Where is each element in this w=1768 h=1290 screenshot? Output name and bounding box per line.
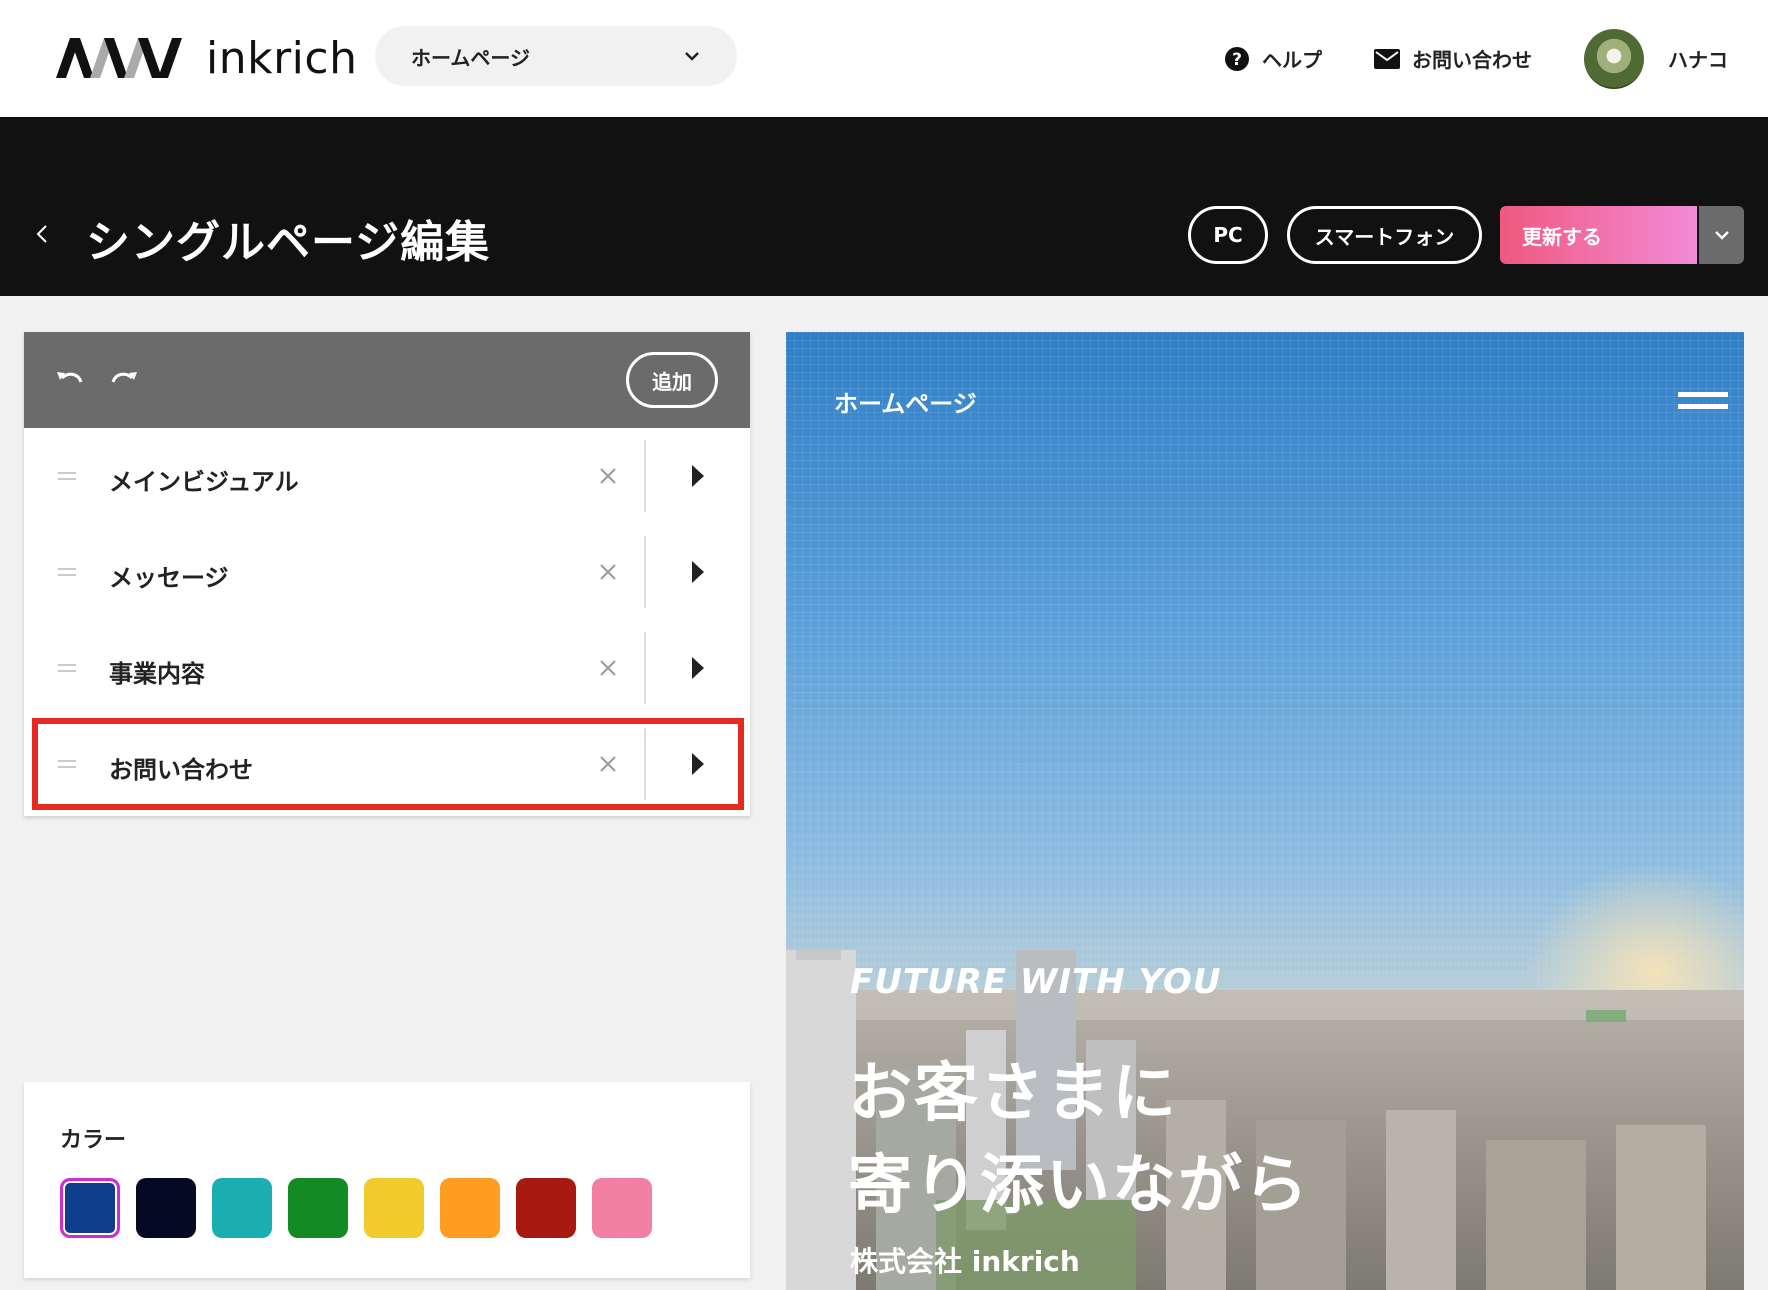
preview-site-title: ホームページ [834,390,977,418]
row-divider [644,440,646,512]
page-select-dropdown[interactable]: ホームページ [375,26,737,86]
top-header: inkrich ホームページ ? ヘルプ お問い合わせ ハナコ [0,0,1768,117]
add-section-button[interactable]: 追加 [626,352,718,408]
help-link[interactable]: ? ヘルプ [1224,44,1322,73]
avatar [1584,28,1644,89]
page-preview: ホームページ FUTURE WITH YOU お客さまに 寄り添いながら 株式会… [786,332,1744,1290]
sections-panel: 追加 メインビジュアル メッセージ 事業内容 お問い合わせ [24,332,750,816]
color-swatches [60,1178,668,1238]
row-divider [644,536,646,608]
svg-text:?: ? [1232,50,1242,70]
page-title: シングルページ編集 [86,217,491,268]
row-divider [644,728,646,800]
color-swatch[interactable] [288,1178,348,1238]
user-name: ハナコ [1668,48,1728,72]
expand-arrow-icon[interactable] [692,465,704,487]
redo-icon[interactable] [108,366,140,396]
logo[interactable]: inkrich [56,30,357,86]
mail-icon [1374,48,1400,69]
drag-handle-icon[interactable] [58,568,76,576]
row-divider [644,632,646,704]
view-smartphone-button[interactable]: スマートフォン [1287,206,1482,264]
color-swatch[interactable] [60,1178,120,1238]
close-icon[interactable] [596,560,620,584]
update-button[interactable]: 更新する [1500,206,1697,264]
contact-label: お問い合わせ [1412,48,1532,72]
color-swatch[interactable] [212,1178,272,1238]
update-dropdown-button[interactable] [1699,206,1744,264]
contact-link[interactable]: お問い合わせ [1374,44,1532,73]
color-swatch[interactable] [516,1178,576,1238]
user-menu[interactable]: ハナコ [1584,28,1728,89]
section-label: メッセージ [109,564,229,592]
close-icon[interactable] [596,464,620,488]
logo-mark-icon [56,38,182,78]
close-icon[interactable] [596,656,620,680]
chevron-down-icon [1714,231,1729,240]
preview-tagline: FUTURE WITH YOU [850,962,1222,1002]
color-swatch[interactable] [592,1178,652,1238]
color-panel: カラー [24,1082,750,1278]
help-label: ヘルプ [1262,48,1322,72]
drag-handle-icon[interactable] [58,760,76,768]
section-row[interactable]: メッセージ [24,524,750,620]
expand-arrow-icon[interactable] [692,753,704,775]
sections-toolbar: 追加 [24,332,750,428]
color-swatch[interactable] [364,1178,424,1238]
preview-headline-line2: 寄り添いながら [848,1149,1310,1223]
drag-handle-icon[interactable] [58,664,76,672]
drag-handle-icon[interactable] [58,472,76,480]
help-icon: ? [1225,46,1249,71]
back-chevron-icon[interactable] [30,220,54,248]
chevron-down-icon [685,52,699,61]
undo-icon[interactable] [54,366,86,396]
view-pc-button[interactable]: PC [1188,206,1268,264]
page-select-label: ホームページ [411,45,530,70]
section-row[interactable]: お問い合わせ [24,716,750,812]
section-label: お問い合わせ [109,756,253,784]
color-title: カラー [60,1128,127,1153]
expand-arrow-icon[interactable] [692,657,704,679]
preview-company: 株式会社 inkrich [850,1245,1080,1278]
preview-headline: お客さまに 寄り添いながら [848,1048,1310,1232]
color-swatch[interactable] [136,1178,196,1238]
section-label: メインビジュアル [109,468,299,496]
hamburger-menu-icon[interactable] [1678,392,1728,412]
logo-text: inkrich [206,32,358,84]
section-label: 事業内容 [109,660,205,688]
section-row[interactable]: メインビジュアル [24,428,750,524]
section-row[interactable]: 事業内容 [24,620,750,716]
close-icon[interactable] [596,752,620,776]
color-swatch[interactable] [440,1178,500,1238]
expand-arrow-icon[interactable] [692,561,704,583]
preview-headline-line1: お客さまに [848,1057,1178,1131]
header-links: ? ヘルプ お問い合わせ ハナコ [1224,0,1768,117]
